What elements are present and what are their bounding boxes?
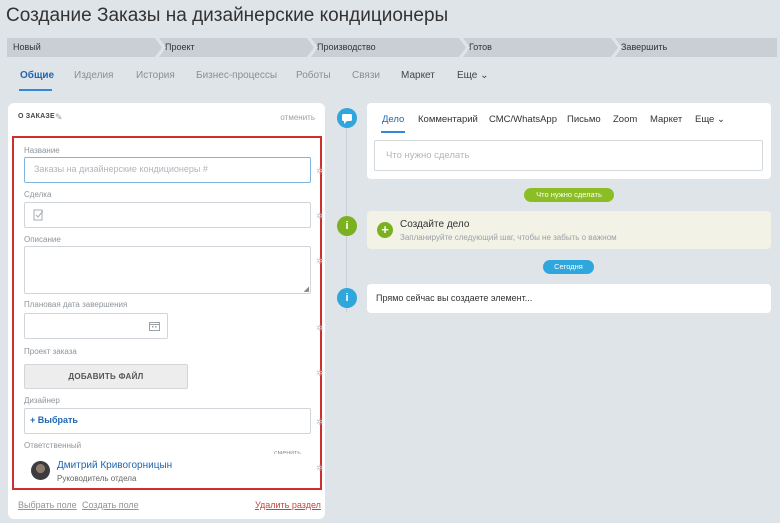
now-creating-text: Прямо сейчас вы создаете элемент...: [376, 293, 533, 303]
create-task-card[interactable]: + Создайте дело Запланируйте следующий ш…: [367, 211, 771, 249]
date-input[interactable]: [24, 313, 168, 339]
designer-pick-label: Выбрать: [37, 415, 78, 425]
chevron-down-icon: ⌄: [716, 114, 725, 125]
gear-icon[interactable]: ✲: [316, 417, 324, 428]
gear-icon[interactable]: ✲: [316, 463, 324, 474]
stage-new[interactable]: Новый: [7, 38, 162, 57]
activity-editor: Дело Комментарий СМС/WhatsApp Письмо Zoo…: [367, 103, 771, 179]
stage-bar: Новый Проект Производство Готов Завершит…: [7, 38, 777, 57]
designer-label: Дизайнер: [24, 396, 60, 405]
responsible-field: Дмитрий Кривогорницын Руководитель отдел…: [24, 454, 311, 488]
avatar: [31, 461, 50, 480]
create-field-link[interactable]: Создать поле: [82, 500, 139, 510]
activity-tab-task[interactable]: Дело: [382, 114, 404, 125]
info-icon: i: [337, 288, 357, 308]
page-title: Создание Заказы на дизайнерские кондицио…: [6, 5, 449, 26]
stage-ready[interactable]: Готов: [463, 38, 618, 57]
deal-label: Сделка: [24, 190, 52, 199]
create-task-subtitle: Запланируйте следующий шаг, чтобы не заб…: [400, 233, 617, 242]
activity-tab-email[interactable]: Письмо: [567, 114, 601, 125]
deal-doc-icon: [33, 209, 44, 221]
deal-input[interactable]: [24, 202, 311, 228]
description-textarea[interactable]: ◢: [24, 246, 311, 294]
name-label: Название: [24, 146, 60, 155]
activity-tab-zoom[interactable]: Zoom: [613, 114, 637, 125]
activity-tab-indicator: [381, 131, 405, 133]
now-creating-card: Прямо сейчас вы создаете элемент...: [367, 284, 771, 313]
tab-more[interactable]: Еще ⌄: [457, 70, 489, 81]
tab-products[interactable]: Изделия: [74, 70, 113, 81]
gear-icon[interactable]: ✲: [316, 211, 324, 222]
resize-handle-icon[interactable]: ◢: [304, 285, 309, 293]
info-icon: i: [337, 216, 357, 236]
tab-links[interactable]: Связи: [352, 70, 380, 81]
tab-general[interactable]: Общие: [20, 70, 54, 81]
responsible-user-role: Руководитель отдела: [57, 474, 137, 483]
designer-pick-link[interactable]: + Выбрать: [30, 415, 78, 425]
date-label: Плановая дата завершения: [24, 300, 128, 309]
chevron-down-icon: ⌄: [480, 70, 489, 81]
responsible-label: Ответственный: [24, 441, 82, 450]
project-label: Проект заказа: [24, 347, 77, 356]
timeline-line: [346, 112, 347, 312]
plus-icon[interactable]: +: [377, 222, 393, 238]
pencil-icon[interactable]: ✎: [55, 112, 63, 123]
order-section-card: О ЗАКАЗЕ ✎ отменить Название Заказы на д…: [8, 103, 325, 519]
comment-bubble-icon: [337, 108, 357, 128]
calendar-icon[interactable]: [149, 321, 160, 331]
select-field-link[interactable]: Выбрать поле: [18, 500, 77, 510]
stage-finish[interactable]: Завершить: [615, 38, 777, 57]
today-pill: Сегодня: [543, 260, 594, 274]
tab-history[interactable]: История: [136, 70, 175, 81]
tab-market[interactable]: Маркет: [401, 70, 435, 81]
active-tab-indicator: [19, 89, 52, 91]
name-input[interactable]: Заказы на дизайнерские кондиционеры #: [24, 157, 311, 183]
tab-business-processes[interactable]: Бизнес-процессы: [196, 70, 277, 81]
highlight-frame: Название Заказы на дизайнерские кондицио…: [12, 136, 324, 490]
cancel-link[interactable]: отменить: [280, 113, 315, 122]
gear-icon[interactable]: ✲: [316, 368, 324, 379]
tab-robots[interactable]: Роботы: [296, 70, 331, 81]
activity-input[interactable]: Что нужно сделать: [374, 140, 763, 171]
stage-project[interactable]: Проект: [159, 38, 314, 57]
tab-more-label: Еще: [457, 70, 478, 81]
activity-tab-comment[interactable]: Комментарий: [418, 114, 478, 125]
add-file-button[interactable]: ДОБАВИТЬ ФАЙЛ: [24, 364, 188, 389]
gear-icon[interactable]: ✲: [316, 256, 324, 267]
create-task-title: Создайте дело: [400, 219, 470, 230]
name-placeholder: Заказы на дизайнерские кондиционеры #: [34, 164, 208, 174]
designer-field: + Выбрать: [24, 408, 311, 434]
activity-tab-market[interactable]: Маркет: [650, 114, 682, 125]
stage-production[interactable]: Производство: [311, 38, 466, 57]
gear-icon[interactable]: ✲: [316, 323, 324, 334]
section-header: О ЗАКАЗЕ: [18, 113, 55, 120]
activity-input-placeholder: Что нужно сделать: [386, 150, 470, 161]
gear-icon[interactable]: ✲: [316, 166, 324, 177]
delete-section-link[interactable]: Удалить раздел: [255, 500, 321, 510]
activity-tab-more[interactable]: Еще ⌄: [695, 114, 725, 125]
description-label: Описание: [24, 235, 61, 244]
activity-tab-more-label: Еще: [695, 114, 715, 125]
plus-icon: +: [30, 415, 36, 425]
responsible-user-name[interactable]: Дмитрий Кривогорницын: [57, 460, 172, 471]
todo-pill: Что нужно сделать: [524, 188, 614, 202]
activity-tab-sms[interactable]: СМС/WhatsApp: [489, 114, 557, 125]
